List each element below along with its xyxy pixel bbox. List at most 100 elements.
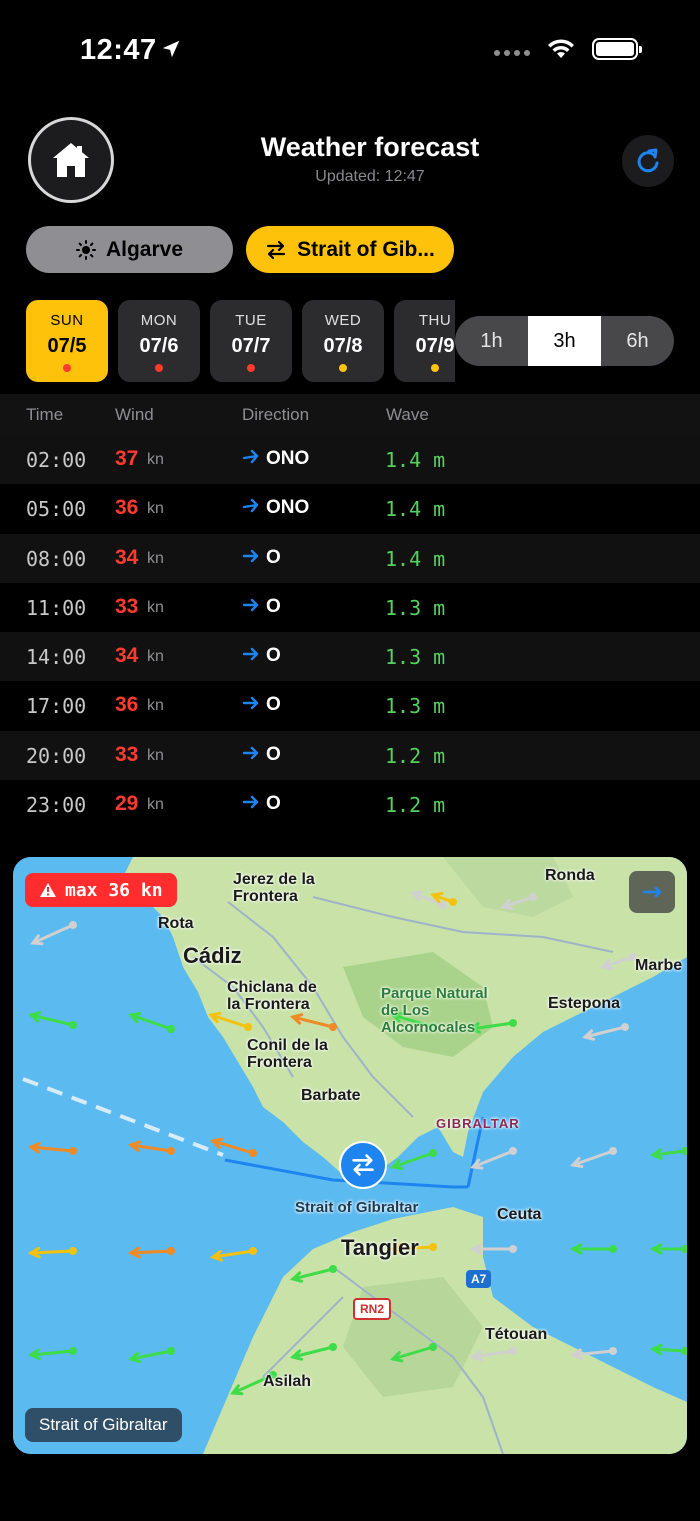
road-shield-rn2: RN2 <box>353 1298 392 1320</box>
max-wind-badge: max 36 kn <box>25 873 177 907</box>
wind-arrow-origin <box>167 1247 175 1255</box>
map-label-ceuta: Ceuta <box>497 1206 542 1223</box>
sun-icon <box>75 239 96 260</box>
strait-location-pin[interactable] <box>339 1141 387 1189</box>
interval-option-6h[interactable]: 6h <box>601 316 674 366</box>
table-row: 20:00 33 kn O 1.2 m <box>0 730 700 781</box>
map-label-tetouan: Tétouan <box>485 1326 548 1343</box>
wind-arrow-origin <box>609 1245 617 1253</box>
day-name: MON <box>140 312 178 329</box>
wind-arrow-origin <box>429 1149 437 1157</box>
wind-arrow-origin <box>167 1025 175 1033</box>
arrow-right-icon <box>242 697 259 710</box>
wind-unit: kn <box>147 697 164 715</box>
wind-speed-cell: 33 <box>115 594 139 618</box>
map-label-strait: Strait of Gibraltar <box>295 1199 419 1216</box>
wind-arrow <box>129 1249 173 1255</box>
wind-map[interactable]: max 36 kn Jerez de la Frontera Ronda Rot… <box>13 857 687 1454</box>
interval-segmented-control: 1h 3h 6h <box>455 316 674 366</box>
map-label-estepona: Estepona <box>548 995 621 1012</box>
day-tab-tue[interactable]: TUE 07/7 <box>210 300 292 382</box>
page-title: Weather forecast <box>260 132 480 162</box>
day-tab-wed[interactable]: WED 07/8 <box>302 300 384 382</box>
wind-arrow-origin <box>69 1147 77 1155</box>
wind-unit: kn <box>147 648 164 666</box>
wind-unit: kn <box>147 500 164 518</box>
updated-timestamp: Updated: 12:47 <box>315 168 425 185</box>
wind-arrow-origin <box>529 893 537 901</box>
wind-arrow-origin <box>449 898 457 906</box>
wind-arrow-origin <box>429 1343 437 1351</box>
column-header-time: Time <box>26 405 64 424</box>
arrow-right-icon <box>242 647 259 661</box>
wind-arrow-origin <box>429 1243 437 1251</box>
time-cell: 20:00 <box>26 743 87 768</box>
table-row: 17:00 36 kn O 1.3 m <box>0 681 700 730</box>
wind-arrow-origin <box>244 1023 252 1031</box>
forecast-table: 02:00 37 kn ONO 1.4 m 05:00 36 kn ONO 1.… <box>0 435 700 829</box>
map-label-ronda: Ronda <box>545 867 595 884</box>
wave-cell: 1.4 m <box>385 546 446 571</box>
wind-arrow-origin <box>329 1265 337 1273</box>
wind-speed-cell: 29 <box>115 792 139 816</box>
direction-cell: ONO <box>266 448 310 469</box>
refresh-button[interactable] <box>622 135 674 187</box>
wind-arrow-origin <box>69 921 77 929</box>
table-row: 11:00 33 kn O 1.3 m <box>0 583 700 632</box>
map-label-chiclana: Chiclana de la Frontera <box>227 979 317 1013</box>
direction-cell: O <box>266 645 281 667</box>
wind-unit: kn <box>147 796 164 814</box>
time-cell: 23:00 <box>26 793 87 818</box>
wind-unit: kn <box>147 549 164 567</box>
time-cell: 05:00 <box>26 497 87 522</box>
wind-arrow-origin <box>509 1147 517 1155</box>
wave-cell: 1.3 m <box>385 645 446 670</box>
time-cell: 08:00 <box>26 546 87 571</box>
wind-unit: kn <box>147 598 164 616</box>
wind-arrow-origin <box>69 1247 77 1255</box>
table-row: 14:00 34 kn O 1.3 m <box>0 632 700 682</box>
forecast-table-header: Time Wind Direction Wave <box>0 394 700 435</box>
location-chip-algarve[interactable]: Algarve <box>26 226 233 273</box>
wave-cell: 1.4 m <box>385 497 446 522</box>
direction-cell: O <box>266 595 281 617</box>
location-chip-strait-of-gibraltar[interactable]: Strait of Gib... <box>246 226 454 273</box>
day-date: 07/9 <box>415 335 455 357</box>
day-name: WED <box>324 312 362 329</box>
severity-dot <box>63 364 71 372</box>
map-caption: Strait of Gibraltar <box>25 1408 182 1442</box>
map-label-park: Parque Natural de Los Alcornocales <box>381 985 488 1036</box>
refresh-icon <box>637 148 659 173</box>
wave-cell: 1.2 m <box>385 793 446 818</box>
interval-option-1h[interactable]: 1h <box>455 316 528 366</box>
table-row: 05:00 36 kn ONO 1.4 m <box>0 484 700 533</box>
wind-arrow-origin <box>509 1019 517 1027</box>
wave-cell: 1.3 m <box>385 595 446 620</box>
day-tab-sun[interactable]: SUN 07/5 <box>26 300 108 382</box>
day-tab-mon[interactable]: MON 07/6 <box>118 300 200 382</box>
time-cell: 14:00 <box>26 645 87 670</box>
arrow-right-icon <box>242 795 259 809</box>
status-bar: 12:47 <box>0 30 700 75</box>
map-mode-button[interactable] <box>629 871 675 913</box>
warning-icon <box>40 883 56 897</box>
day-name: TUE <box>235 312 267 329</box>
status-time: 12:47 <box>80 34 157 66</box>
swap-arrows-icon <box>352 1154 374 1176</box>
location-arrow-icon <box>160 38 182 65</box>
day-name: SUN <box>50 312 84 329</box>
wind-arrow-origin <box>509 1347 517 1355</box>
severity-dot <box>431 364 439 372</box>
column-header-wind: Wind <box>115 405 154 424</box>
day-tab-thu[interactable]: THU 07/9 <box>394 300 455 382</box>
table-row: 23:00 29 kn O 1.2 m <box>0 780 700 829</box>
time-cell: 11:00 <box>26 595 87 620</box>
map-label-jerez: Jerez de la Frontera <box>233 871 315 905</box>
interval-option-3h[interactable]: 3h <box>528 316 601 366</box>
battery-icon <box>592 38 642 60</box>
table-row: 02:00 37 kn ONO 1.4 m <box>0 435 700 485</box>
wave-cell: 1.4 m <box>385 448 446 472</box>
arrow-right-icon <box>242 499 259 513</box>
wave-cell: 1.3 m <box>385 694 446 719</box>
wifi-icon <box>548 39 574 58</box>
